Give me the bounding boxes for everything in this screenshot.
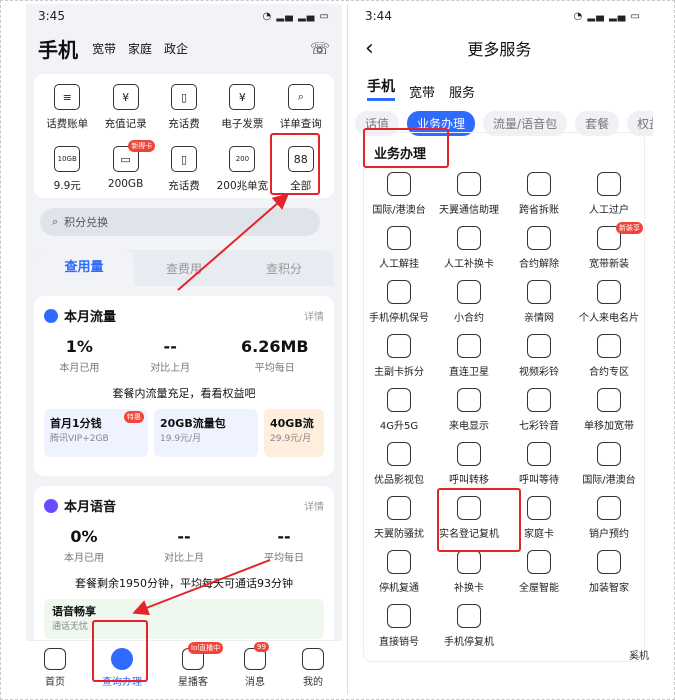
annotation-arrows [132, 193, 290, 616]
arrow-to-query [132, 559, 271, 616]
arrow-to-all [177, 193, 290, 291]
